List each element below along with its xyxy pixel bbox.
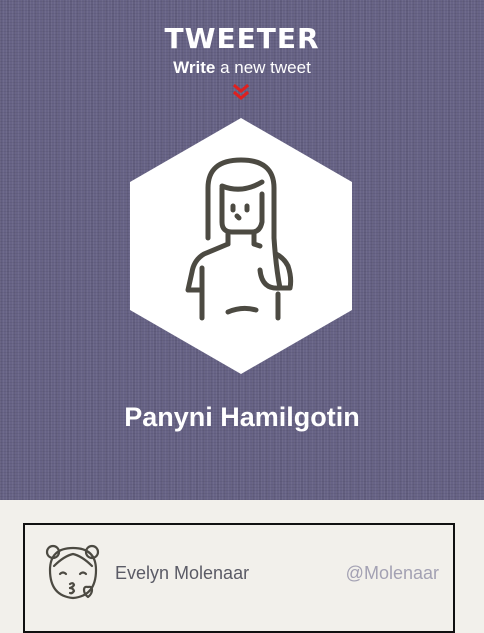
- kiss-girl-avatar-icon: [45, 544, 100, 600]
- profile-avatar[interactable]: [130, 118, 352, 374]
- tweet-author-name[interactable]: Evelyn Molenaar: [115, 563, 249, 584]
- tagline: Write a new tweet: [0, 58, 484, 78]
- tagline-strong: Write: [173, 58, 216, 77]
- tweet-author-handle[interactable]: @Molenaar: [346, 563, 439, 584]
- tagline-rest: a new tweet: [215, 58, 311, 77]
- profile-name: Panyni Hamilgotin: [124, 402, 360, 432]
- profile-hero: TWEETER Write a new tweet Panyni Hamilgo…: [0, 0, 484, 500]
- app-logo[interactable]: TWEETER: [0, 22, 484, 55]
- double-chevron-down-icon[interactable]: [232, 84, 250, 102]
